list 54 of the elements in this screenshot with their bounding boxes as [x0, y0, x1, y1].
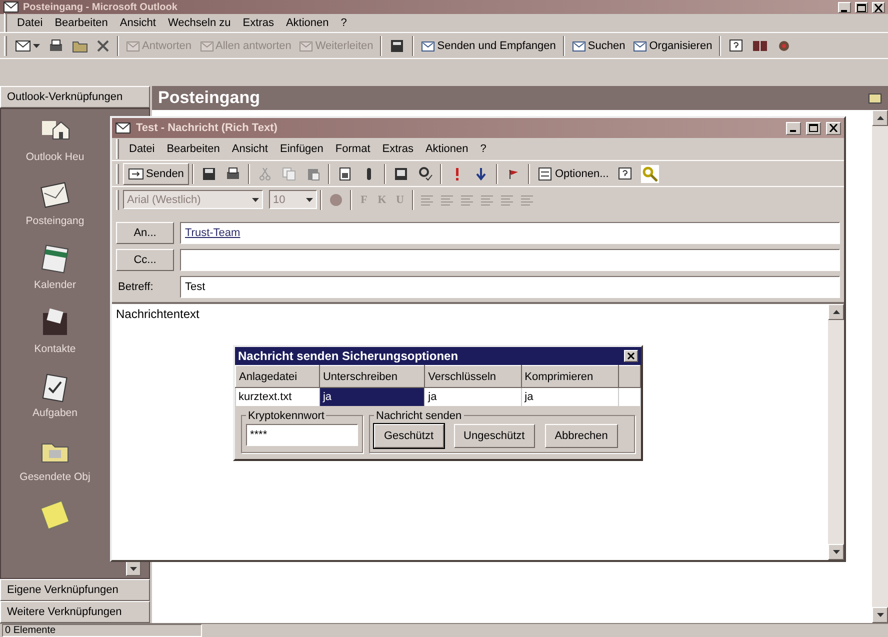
message-body-text[interactable]: Nachrichtentext: [116, 307, 200, 321]
input-field[interactable]: Trust-Team: [180, 222, 840, 244]
shortcut-item[interactable]: Kontakte: [33, 307, 77, 369]
menu-item[interactable]: Datei: [123, 142, 161, 156]
window-title: Test - Nachricht (Rich Text): [136, 122, 278, 134]
menu-item[interactable]: Ansicht: [114, 16, 162, 30]
menu-item[interactable]: Einfügen: [274, 142, 330, 156]
toolbar-button[interactable]: Senden und Empfangen: [417, 34, 560, 56]
column-header[interactable]: Verschlüsseln: [424, 366, 522, 388]
column-header[interactable]: Unterschreiben: [319, 366, 425, 388]
column-header[interactable]: Komprimieren: [521, 366, 618, 388]
dialog-button[interactable]: Geschützt: [374, 424, 444, 448]
menu-item[interactable]: Format: [329, 142, 376, 156]
dialog-title: Nachricht senden Sicherungsoptionen: [238, 349, 458, 363]
table-cell[interactable]: ja: [319, 388, 425, 406]
menu-item[interactable]: Bearbeiten: [160, 142, 226, 156]
shortcut-item[interactable]: Gesendete Obj: [18, 435, 92, 497]
password-field[interactable]: ****: [246, 424, 358, 446]
toolbar-button[interactable]: Suchen: [568, 34, 630, 56]
shortcut-item[interactable]: Outlook Heu: [24, 115, 86, 177]
dialog-button[interactable]: Ungeschützt: [454, 424, 535, 448]
toolbar-button[interactable]: Organisieren: [629, 34, 716, 56]
table-cell[interactable]: ja: [521, 388, 618, 406]
input-field[interactable]: Test: [180, 276, 840, 298]
menu-item[interactable]: ?: [474, 142, 492, 156]
column-header[interactable]: Anlagedatei: [236, 366, 320, 388]
menu-item[interactable]: ?: [334, 16, 353, 30]
menu-item[interactable]: Wechseln zu: [162, 16, 237, 30]
shortcut-group-button[interactable]: Outlook-Verknüpfungen: [0, 86, 150, 108]
window-title: Posteingang - Microsoft Outlook: [23, 2, 178, 12]
shortcut-group-button[interactable]: Eigene Verknüpfungen: [0, 579, 150, 601]
shortcut-item[interactable]: Aufgaben: [32, 371, 78, 433]
options-button[interactable]: Optionen...: [532, 162, 613, 184]
menu-item[interactable]: Aktionen: [280, 16, 335, 30]
status-text: 0 Elemente: [2, 624, 202, 637]
menu-item[interactable]: Extras: [236, 16, 280, 30]
table-cell[interactable]: kurztext.txt: [236, 388, 320, 406]
menu-item[interactable]: Ansicht: [226, 142, 274, 156]
table-cell[interactable]: ja: [424, 388, 522, 406]
folder-title: Posteingang: [158, 88, 260, 108]
menu-item[interactable]: Datei: [11, 16, 49, 30]
address-button[interactable]: Cc...: [116, 249, 174, 271]
field-label: Betreff:: [117, 281, 154, 293]
send-button[interactable]: Senden: [123, 162, 189, 184]
address-button[interactable]: An...: [116, 222, 174, 244]
group-label: Nachricht senden: [375, 410, 463, 422]
menu-item[interactable]: Bearbeiten: [48, 16, 114, 30]
menu-item[interactable]: Extras: [376, 142, 420, 156]
group-label: Kryptokennwort: [247, 410, 326, 422]
shortcut-item[interactable]: Posteingang: [24, 179, 86, 241]
shortcut-item[interactable]: Kalender: [32, 243, 78, 305]
shortcut-group-button[interactable]: Weitere Verknüpfungen: [0, 601, 150, 623]
dialog-button[interactable]: Abbrechen: [544, 424, 618, 448]
menu-item[interactable]: Aktionen: [419, 142, 474, 156]
